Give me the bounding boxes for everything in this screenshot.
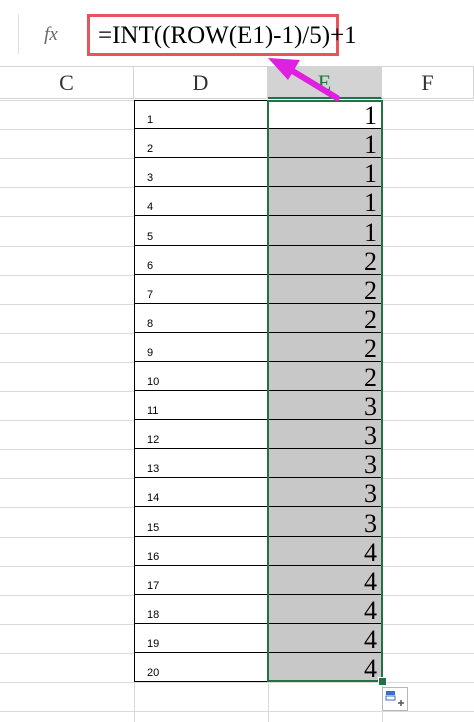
cell-e[interactable]: 4 bbox=[268, 566, 382, 596]
cell-e-value: 1 bbox=[364, 130, 377, 159]
cell-d[interactable]: 15 bbox=[134, 507, 268, 537]
cell-d-value: 9 bbox=[147, 347, 154, 359]
cell-e-value: 2 bbox=[364, 363, 377, 392]
cell-d[interactable]: 13 bbox=[134, 449, 268, 478]
cell-e-value: 4 bbox=[364, 625, 377, 654]
cell-e-value: 2 bbox=[364, 305, 377, 334]
column-header-e[interactable]: E bbox=[268, 67, 382, 99]
cell-e-value: 2 bbox=[364, 334, 377, 363]
cell-e-value: 3 bbox=[364, 479, 377, 508]
cell-d-value: 20 bbox=[147, 667, 160, 679]
cell-e[interactable]: 2 bbox=[268, 362, 382, 392]
cell-d-value: 10 bbox=[147, 376, 160, 388]
cell-e[interactable]: 1 bbox=[268, 100, 382, 130]
cell-d[interactable]: 8 bbox=[134, 304, 268, 333]
cell-e-value: 1 bbox=[364, 159, 377, 188]
cell-e[interactable]: 2 bbox=[268, 333, 382, 363]
cell-e[interactable]: 2 bbox=[268, 304, 382, 334]
cell-e[interactable]: 4 bbox=[268, 653, 382, 683]
name-box-edge bbox=[0, 14, 19, 54]
cell-e-value: 1 bbox=[364, 101, 377, 130]
fx-icon[interactable]: fx bbox=[34, 22, 68, 48]
cell-d[interactable]: 4 bbox=[134, 187, 268, 216]
cell-e[interactable]: 4 bbox=[268, 624, 382, 654]
cell-e-value: 3 bbox=[364, 509, 377, 538]
cell-e[interactable]: 2 bbox=[268, 246, 382, 276]
cell-d-value: 5 bbox=[147, 231, 154, 243]
cell-d[interactable]: 14 bbox=[134, 478, 268, 507]
cell-e-value: 3 bbox=[364, 392, 377, 421]
cell-d[interactable]: 2 bbox=[134, 129, 268, 158]
cell-d-value: 18 bbox=[147, 609, 160, 621]
cell-e[interactable]: 1 bbox=[268, 129, 382, 159]
cell-e-value: 2 bbox=[364, 247, 377, 276]
cell-d-value: 17 bbox=[147, 580, 160, 592]
formula-text: =INT((ROW(E1)-1)/5)+1 bbox=[98, 22, 357, 49]
cell-e-value: 3 bbox=[364, 450, 377, 479]
cell-e-value: 1 bbox=[364, 218, 377, 247]
cell-d[interactable]: 7 bbox=[134, 275, 268, 304]
row-gridline bbox=[0, 682, 474, 683]
column-gridline bbox=[382, 100, 383, 722]
cell-d[interactable]: 17 bbox=[134, 566, 268, 595]
cell-e[interactable]: 1 bbox=[268, 187, 382, 217]
cell-d[interactable]: 12 bbox=[134, 420, 268, 449]
cell-e[interactable]: 3 bbox=[268, 391, 382, 421]
column-header-d[interactable]: D bbox=[134, 67, 268, 99]
cell-d-value: 15 bbox=[147, 522, 160, 534]
cell-d[interactable]: 5 bbox=[134, 216, 268, 246]
column-header-f[interactable]: F bbox=[382, 67, 474, 99]
cell-d-value: 11 bbox=[147, 405, 159, 417]
cell-d-value: 2 bbox=[147, 143, 154, 155]
cell-d[interactable]: 1 bbox=[134, 100, 268, 129]
quick-analysis-icon[interactable] bbox=[382, 687, 408, 711]
cell-e[interactable]: 3 bbox=[268, 507, 382, 538]
cell-e-value: 4 bbox=[364, 654, 377, 683]
cell-e-value: 4 bbox=[364, 567, 377, 596]
cell-d-value: 14 bbox=[147, 492, 160, 504]
cell-e-value: 3 bbox=[364, 421, 377, 450]
fill-handle[interactable] bbox=[378, 677, 387, 686]
cell-e-value: 4 bbox=[364, 538, 377, 567]
formula-bar: fx =INT((ROW(E1)-1)/5)+1 bbox=[0, 0, 474, 67]
cell-e[interactable]: 3 bbox=[268, 449, 382, 479]
cell-d[interactable]: 18 bbox=[134, 595, 268, 624]
cell-e-value: 2 bbox=[364, 276, 377, 305]
cell-d-value: 8 bbox=[147, 318, 154, 330]
cell-d-value: 19 bbox=[147, 638, 160, 650]
cell-d-value: 7 bbox=[147, 289, 154, 301]
cell-d[interactable]: 19 bbox=[134, 624, 268, 653]
cell-d[interactable]: 9 bbox=[134, 333, 268, 362]
cell-d[interactable]: 10 bbox=[134, 362, 268, 391]
cell-d-value: 1 bbox=[147, 114, 154, 126]
column-headers: C D E F bbox=[0, 67, 474, 100]
cell-e[interactable]: 1 bbox=[268, 158, 382, 188]
cell-e[interactable]: 3 bbox=[268, 478, 382, 508]
cell-e-value: 1 bbox=[364, 188, 377, 217]
cell-e-value: 4 bbox=[364, 596, 377, 625]
cell-e[interactable]: 1 bbox=[268, 216, 382, 247]
formula-input[interactable]: =INT((ROW(E1)-1)/5)+1 bbox=[87, 14, 357, 56]
cell-d-value: 4 bbox=[147, 201, 154, 213]
column-header-c[interactable]: C bbox=[0, 67, 134, 99]
cell-e[interactable]: 2 bbox=[268, 275, 382, 305]
cell-e[interactable]: 4 bbox=[268, 537, 382, 567]
cell-d-value: 6 bbox=[147, 260, 154, 272]
cell-d-value: 16 bbox=[147, 551, 160, 563]
cell-d[interactable]: 3 bbox=[134, 158, 268, 187]
cell-e[interactable]: 4 bbox=[268, 595, 382, 625]
cell-d[interactable]: 16 bbox=[134, 537, 268, 566]
quick-analysis-glyph bbox=[385, 691, 404, 706]
cell-e[interactable]: 3 bbox=[268, 420, 382, 450]
cell-d-value: 13 bbox=[147, 463, 160, 475]
cell-d[interactable]: 6 bbox=[134, 246, 268, 275]
cell-d[interactable]: 11 bbox=[134, 391, 268, 420]
spreadsheet-grid[interactable]: 1 1 2 1 3 1 4 1 5 1 6 2 7 2 8 2 9 2 10 2 11 3 12 3 13 3 14 3 15 3 16 4 1… bbox=[0, 100, 474, 722]
cell-d-value: 12 bbox=[147, 434, 160, 446]
cell-d[interactable]: 20 bbox=[134, 653, 268, 682]
cell-d-value: 3 bbox=[147, 172, 154, 184]
